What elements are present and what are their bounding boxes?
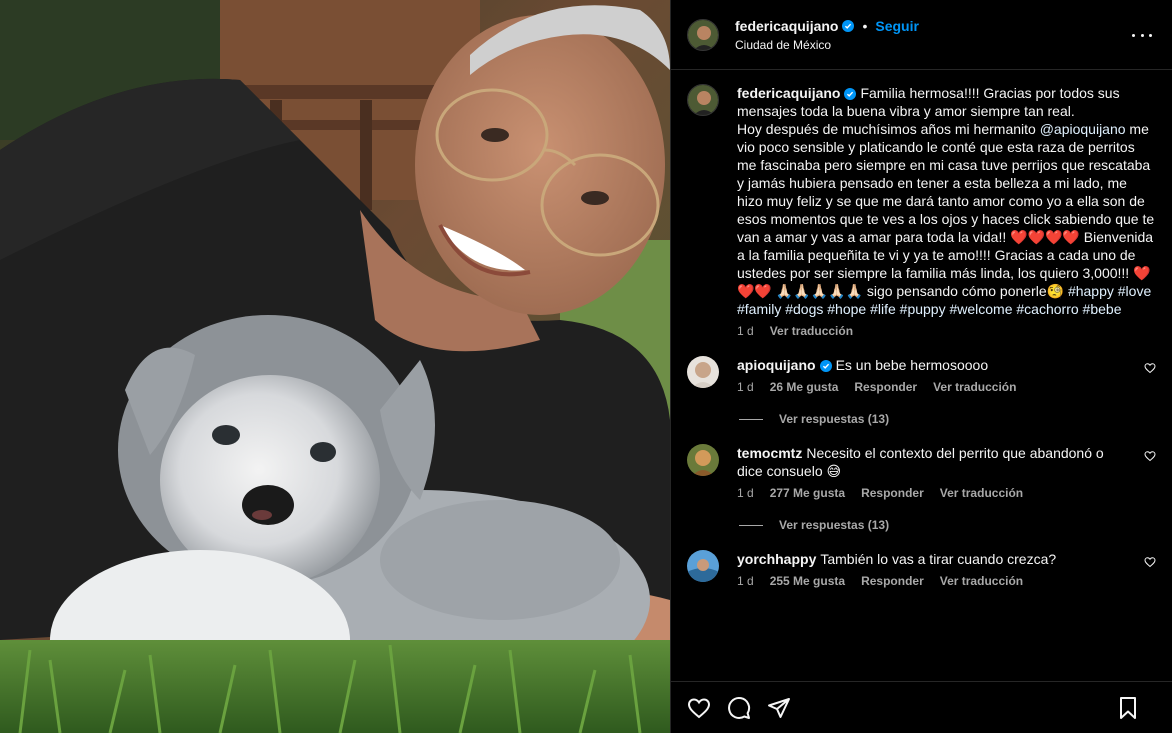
- comment-text: Es un bebe hermosoooo: [835, 357, 989, 373]
- caption-text: federicaquijano Familia hermosa!!!! Graci…: [737, 84, 1156, 318]
- verified-badge-icon: [842, 19, 855, 32]
- post-location[interactable]: Ciudad de México: [735, 38, 919, 52]
- view-replies-button[interactable]: Ver respuestas (13): [739, 518, 1156, 532]
- replies-line: [739, 418, 763, 420]
- more-options-icon[interactable]: [1132, 26, 1152, 44]
- hearts-emoji-1: ❤️❤️❤️❤️: [1010, 229, 1080, 245]
- commenter-avatar[interactable]: [687, 444, 719, 476]
- comment-item: temocmtz Necesito el contexto del perrito…: [687, 444, 1156, 500]
- commenter-avatar[interactable]: [687, 550, 719, 582]
- caption-time[interactable]: 1 d: [737, 324, 754, 338]
- translate-link[interactable]: Ver traducción: [940, 486, 1023, 500]
- comment-time[interactable]: 1 d: [737, 574, 754, 588]
- commenter-username[interactable]: yorchhappy: [737, 551, 816, 567]
- caption-line-4: sigo pensando cómo ponerle: [862, 283, 1047, 299]
- comment-time[interactable]: 1 d: [737, 486, 754, 500]
- heart-icon[interactable]: [687, 696, 711, 720]
- caption-avatar[interactable]: [687, 84, 719, 116]
- bookmark-icon[interactable]: [1116, 696, 1140, 720]
- translate-link[interactable]: Ver traducción: [940, 574, 1023, 588]
- view-replies-label[interactable]: Ver respuestas (13): [779, 518, 889, 532]
- praying-hands-emoji: 🙏🏻🙏🏻🙏🏻🙏🏻🙏🏻: [775, 283, 863, 299]
- thinking-emoji: 🧐: [1046, 283, 1065, 299]
- caption-mention[interactable]: @apioquijano: [1040, 121, 1126, 137]
- verified-badge-icon: [844, 88, 857, 101]
- follow-button[interactable]: Seguir: [875, 18, 919, 34]
- post-photo[interactable]: [0, 0, 670, 733]
- comment-bubble-icon[interactable]: [727, 696, 751, 720]
- commenter-username[interactable]: temocmtz: [737, 445, 802, 461]
- caption-meta: 1 d Ver traducción: [737, 324, 1156, 338]
- comment-item: apioquijano Es un bebe hermosoooo 1 d 26 …: [687, 356, 1156, 394]
- comment-item: yorchhappy También lo vas a tirar cuando …: [687, 550, 1156, 588]
- translate-link[interactable]: Ver traducción: [933, 380, 1016, 394]
- reply-button[interactable]: Responder: [861, 574, 924, 588]
- caption-username[interactable]: federicaquijano: [737, 85, 840, 101]
- view-replies-button[interactable]: Ver respuestas (13): [739, 412, 1156, 426]
- post-detail-panel: federicaquijano • Seguir Ciudad de Méxic…: [670, 0, 1172, 733]
- paper-plane-icon[interactable]: [767, 696, 791, 720]
- caption-translate-link[interactable]: Ver traducción: [770, 324, 853, 338]
- commenter-avatar[interactable]: [687, 356, 719, 388]
- post-viewer: federicaquijano • Seguir Ciudad de Méxic…: [0, 0, 1172, 733]
- replies-line: [739, 524, 763, 526]
- header-separator: •: [862, 17, 868, 34]
- comment-likes[interactable]: 277 Me gusta: [770, 486, 845, 500]
- caption-line-2-post: me vio poco sensible y platicando le con…: [737, 121, 1155, 245]
- caption-line-2-pre: Hoy después de muchísimos años mi herman…: [737, 121, 1040, 137]
- author-avatar[interactable]: [687, 18, 719, 51]
- sweat-smile-emoji: 😅: [826, 463, 842, 479]
- reply-button[interactable]: Responder: [861, 486, 924, 500]
- view-replies-label[interactable]: Ver respuestas (13): [779, 412, 889, 426]
- comment-heart-icon[interactable]: [1144, 556, 1156, 568]
- reply-button[interactable]: Responder: [854, 380, 917, 394]
- comment-time[interactable]: 1 d: [737, 380, 754, 394]
- action-bar: [671, 681, 1172, 733]
- commenter-username[interactable]: apioquijano: [737, 357, 816, 373]
- author-username[interactable]: federicaquijano: [735, 18, 838, 34]
- comment-text: También lo vas a tirar cuando crezca?: [820, 551, 1057, 567]
- post-header: federicaquijano • Seguir Ciudad de Méxic…: [671, 0, 1172, 70]
- verified-badge-icon: [819, 360, 832, 373]
- comment-likes[interactable]: 255 Me gusta: [770, 574, 845, 588]
- comment-likes[interactable]: 26 Me gusta: [770, 380, 839, 394]
- comment-heart-icon[interactable]: [1144, 362, 1156, 374]
- post-caption: federicaquijano Familia hermosa!!!! Graci…: [687, 84, 1156, 338]
- comment-heart-icon[interactable]: [1144, 450, 1156, 462]
- photo-illustration: [0, 0, 670, 733]
- comments-section[interactable]: federicaquijano Familia hermosa!!!! Graci…: [671, 70, 1172, 681]
